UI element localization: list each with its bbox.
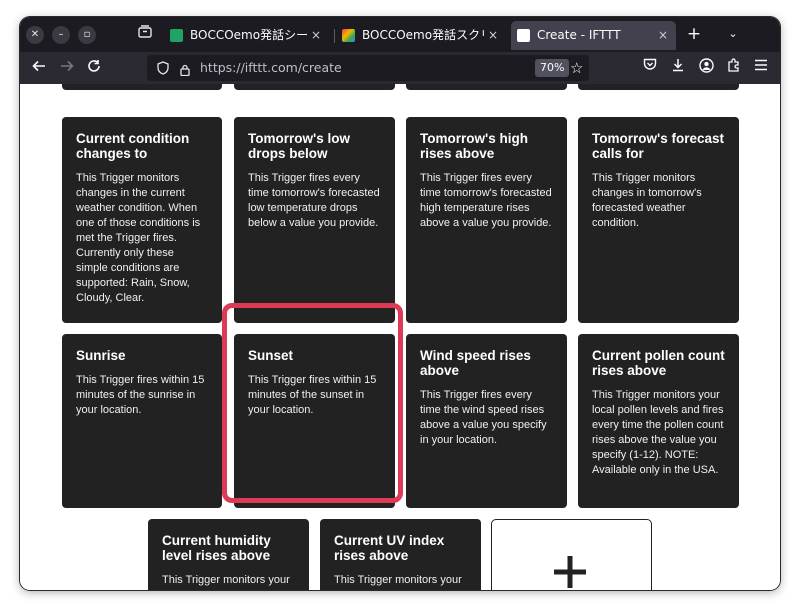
extensions-icon[interactable] xyxy=(724,58,744,78)
tab-script[interactable]: BOCCOemo発話スクリプト × xyxy=(336,21,506,50)
pocket-icon[interactable] xyxy=(640,58,660,78)
trigger-title: Current pollen count rises above xyxy=(592,348,725,378)
shield-icon[interactable] xyxy=(157,60,169,75)
window-minimize-button[interactable]: – xyxy=(52,26,70,44)
tab-label: BOCCOemo発話シート - Go xyxy=(190,28,307,42)
trigger-description: This Trigger fires every time the wind s… xyxy=(420,389,547,446)
sunset-highlight-outline xyxy=(222,303,403,503)
tab-ifttt[interactable]: Create - IFTTT × xyxy=(511,21,676,50)
trigger-card-partial[interactable] xyxy=(234,84,395,90)
downloads-icon[interactable] xyxy=(668,58,688,78)
forward-button[interactable] xyxy=(56,57,78,79)
trigger-description: This Trigger monitors your local UV leve… xyxy=(334,574,462,590)
script-icon xyxy=(342,29,355,42)
trigger-title: Current humidity level rises above xyxy=(162,533,271,563)
reload-button[interactable] xyxy=(83,57,105,79)
trigger-card-partial[interactable] xyxy=(62,84,222,90)
tab-close-icon[interactable]: × xyxy=(309,21,323,50)
trigger-card-tomorrow-high[interactable]: Tomorrow's high rises above This Trigger… xyxy=(406,117,567,323)
nav-bar: https://ifttt.com/create 70% ☆ xyxy=(20,52,780,84)
trigger-title: Tomorrow's forecast calls for xyxy=(592,131,724,161)
trigger-card-tomorrow-forecast[interactable]: Tomorrow's forecast calls for This Trigg… xyxy=(578,117,739,323)
window-maximize-button[interactable]: ▫ xyxy=(78,26,96,44)
trigger-card-sunrise[interactable]: Sunrise This Trigger fires within 15 min… xyxy=(62,334,222,508)
trigger-description: This Trigger monitors changes in tomorro… xyxy=(592,172,702,229)
trigger-title: Sunrise xyxy=(76,348,126,363)
trigger-title: Current condition changes to xyxy=(76,131,190,161)
trigger-description: This Trigger monitors changes in the cur… xyxy=(76,172,201,304)
trigger-title: Wind speed rises above xyxy=(420,348,531,378)
page-content: Current condition changes to This Trigge… xyxy=(20,84,780,590)
plus-icon xyxy=(554,556,586,588)
trigger-card-current-condition[interactable]: Current condition changes to This Trigge… xyxy=(62,117,222,323)
address-bar[interactable]: https://ifttt.com/create 70% ☆ xyxy=(147,55,589,81)
trigger-card-tomorrow-low[interactable]: Tomorrow's low drops below This Trigger … xyxy=(234,117,395,323)
trigger-card-partial[interactable] xyxy=(578,84,739,90)
trigger-title: Current UV index rises above xyxy=(334,533,445,563)
tab-separator xyxy=(334,29,335,43)
zoom-level[interactable]: 70% xyxy=(535,59,570,77)
trigger-title: Tomorrow's low drops below xyxy=(248,131,350,161)
trigger-title: Tomorrow's high rises above xyxy=(420,131,528,161)
trigger-card-wind-speed[interactable]: Wind speed rises above This Trigger fire… xyxy=(406,334,567,508)
tab-bar: ✕ – ▫ BOCCOemo発話シート - Go × BOCCOemo発話スクリ… xyxy=(20,17,780,52)
tab-list-icon[interactable] xyxy=(135,25,155,45)
tab-menu-icon[interactable]: ⌄ xyxy=(722,23,744,45)
menu-icon[interactable] xyxy=(751,58,771,78)
tab-sheet[interactable]: BOCCOemo発話シート - Go × xyxy=(164,21,329,50)
trigger-card-partial[interactable] xyxy=(406,84,567,90)
lock-icon[interactable] xyxy=(180,61,190,77)
trigger-description: This Trigger fires every time tomorrow's… xyxy=(248,172,380,229)
trigger-description: This Trigger monitors your local humidit… xyxy=(162,574,290,590)
trigger-description: This Trigger fires within 15 minutes of … xyxy=(76,374,205,416)
tab-close-icon[interactable]: × xyxy=(486,21,500,50)
trigger-card-humidity[interactable]: Current humidity level rises above This … xyxy=(148,519,309,590)
tab-close-icon[interactable]: × xyxy=(656,21,670,50)
account-icon[interactable] xyxy=(696,58,716,78)
tab-label: Create - IFTTT xyxy=(537,28,621,42)
new-tab-button[interactable]: + xyxy=(683,23,705,45)
trigger-card-pollen[interactable]: Current pollen count rises above This Tr… xyxy=(578,334,739,508)
sheets-icon xyxy=(170,29,183,42)
back-button[interactable] xyxy=(28,57,50,79)
ifttt-icon xyxy=(517,29,530,42)
url-text[interactable]: https://ifttt.com/create xyxy=(200,55,342,81)
trigger-description: This Trigger monitors your local pollen … xyxy=(592,389,724,476)
window-close-button[interactable]: ✕ xyxy=(26,26,44,44)
trigger-card-uv-index[interactable]: Current UV index rises above This Trigge… xyxy=(320,519,481,590)
trigger-description: This Trigger fires every time tomorrow's… xyxy=(420,172,552,229)
browser-window: ✕ – ▫ BOCCOemo発話シート - Go × BOCCOemo発話スクリ… xyxy=(20,17,780,590)
tab-label: BOCCOemo発話スクリプト xyxy=(362,28,484,42)
bookmark-star-icon[interactable]: ☆ xyxy=(570,57,583,79)
add-trigger-button[interactable] xyxy=(491,519,652,590)
